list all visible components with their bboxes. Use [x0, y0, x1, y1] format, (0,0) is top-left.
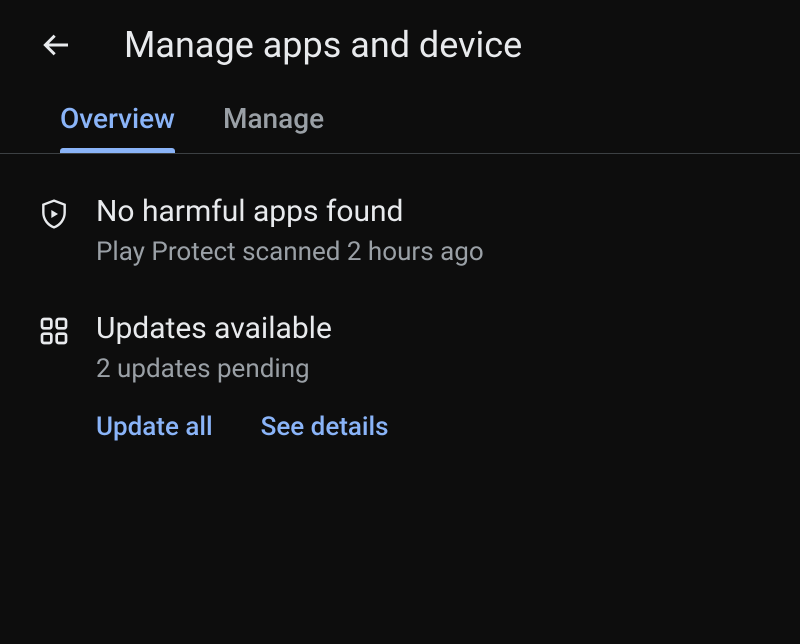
updates-actions: Update all See details: [96, 412, 776, 442]
protect-title: No harmful apps found: [96, 194, 776, 229]
updates-subtitle: 2 updates pending: [96, 354, 776, 384]
arrow-left-icon: [40, 29, 72, 61]
back-button[interactable]: [36, 25, 76, 65]
tab-label: Overview: [60, 102, 175, 135]
tabs: Overview Manage: [0, 88, 800, 154]
page-title: Manage apps and device: [124, 24, 522, 66]
section-body: No harmful apps found Play Protect scann…: [96, 194, 776, 267]
updates-title: Updates available: [96, 311, 776, 346]
tab-label: Manage: [223, 102, 324, 135]
section-body: Updates available 2 updates pending Upda…: [96, 311, 776, 442]
header: Manage apps and device: [0, 0, 800, 88]
tab-manage[interactable]: Manage: [199, 88, 348, 153]
content: No harmful apps found Play Protect scann…: [0, 154, 800, 442]
protect-subtitle: Play Protect scanned 2 hours ago: [96, 237, 776, 267]
update-all-button[interactable]: Update all: [96, 412, 213, 442]
see-details-button[interactable]: See details: [261, 412, 389, 442]
apps-grid-icon: [24, 311, 96, 347]
shield-play-icon: [24, 194, 96, 230]
play-protect-section[interactable]: No harmful apps found Play Protect scann…: [24, 194, 776, 267]
tab-overview[interactable]: Overview: [36, 88, 199, 153]
updates-section[interactable]: Updates available 2 updates pending Upda…: [24, 311, 776, 442]
